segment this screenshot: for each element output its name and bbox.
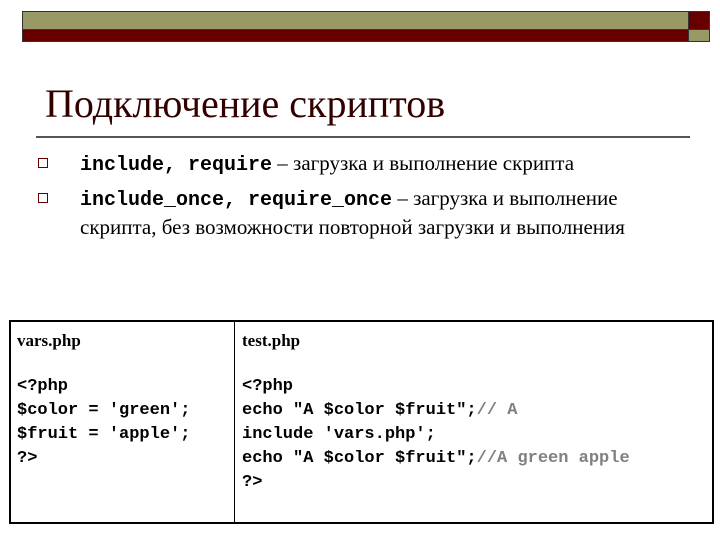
code-text: echo "A $color $fruit"; <box>242 401 477 420</box>
code-text: ?> <box>242 473 263 492</box>
code-line: <?php <box>242 375 706 399</box>
header-bar-olive <box>22 11 689 30</box>
bullet-item: include_once, require_once – загрузка и … <box>38 185 678 240</box>
square-bullet-icon <box>38 193 48 203</box>
bullet-list: include, require – загрузка и выполнение… <box>38 150 678 246</box>
header-square-olive <box>688 29 710 42</box>
code-line: include 'vars.php'; <box>242 423 706 447</box>
code-text: <?php <box>242 377 294 396</box>
code-line: <?php <box>17 377 69 396</box>
code-line: ?> <box>17 449 38 468</box>
code-text: echo "A $color $fruit"; <box>242 449 477 468</box>
header-bar-maroon <box>22 29 689 42</box>
bullet-item: include, require – загрузка и выполнение… <box>38 150 678 179</box>
bullet-text: – загрузка и выполнение скрипта <box>272 151 575 175</box>
test-php-cell: test.php <?php echo "A $color $fruit";// … <box>235 322 712 522</box>
filename-label: vars.php <box>17 331 81 350</box>
slide-title: Подключение скриптов <box>45 81 446 126</box>
code-comment: //A green apple <box>476 449 630 468</box>
code-line: echo "A $color $fruit";// A <box>242 399 706 423</box>
code-table: vars.php <?php $color = 'green'; $fruit = … <box>9 320 714 524</box>
code-line: $fruit = 'apple'; <box>17 425 191 444</box>
bullet-code: include_once, require_once <box>80 189 393 212</box>
code-line: echo "A $color $fruit";//A green apple <box>242 447 706 471</box>
square-bullet-icon <box>38 158 48 168</box>
bullet-code: include, require <box>80 154 273 177</box>
header-square-maroon <box>688 11 710 30</box>
code-line: $color = 'green'; <box>17 401 191 420</box>
code-text: include 'vars.php'; <box>242 425 436 444</box>
code-block: <?php echo "A $color $fruit";// Ainclude … <box>242 375 706 495</box>
title-divider <box>36 136 690 138</box>
code-line: ?> <box>242 471 706 495</box>
filename-label: test.php <box>242 331 301 350</box>
code-block: <?php $color = 'green'; $fruit = 'apple';?… <box>17 375 228 471</box>
code-comment: // A <box>476 401 518 420</box>
vars-php-cell: vars.php <?php $color = 'green'; $fruit = … <box>11 322 235 522</box>
